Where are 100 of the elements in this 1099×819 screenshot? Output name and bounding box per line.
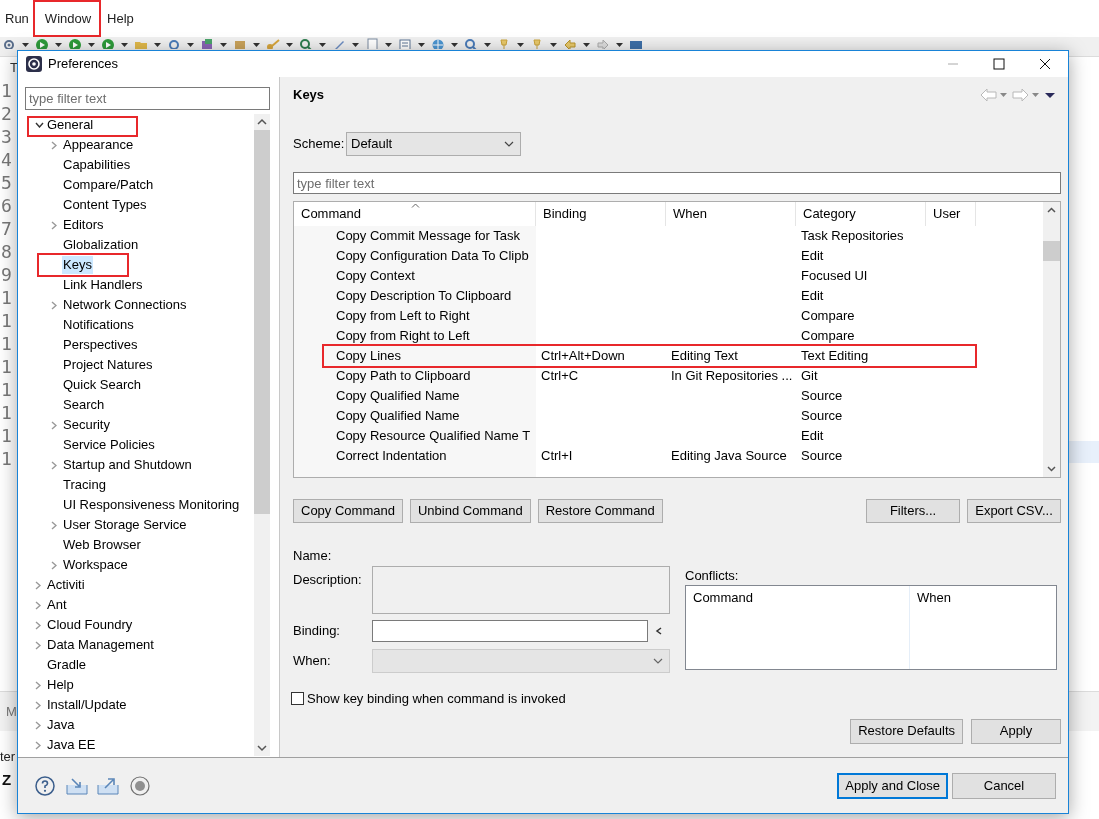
chevron-right-icon[interactable] <box>35 680 41 690</box>
caret-icon[interactable] <box>484 43 491 47</box>
column-header[interactable]: Binding <box>536 202 666 226</box>
tree-item[interactable]: Install/Update <box>46 696 128 714</box>
tree-item[interactable]: Cloud Foundry <box>46 616 134 634</box>
tree-item[interactable]: Content Types <box>62 196 148 214</box>
tree-item[interactable]: Gradle <box>46 656 88 674</box>
caret-icon[interactable] <box>616 43 623 47</box>
import-icon[interactable] <box>66 776 88 795</box>
tree-item[interactable]: Help <box>46 676 75 694</box>
tree-item[interactable]: Keys <box>62 256 93 274</box>
export-icon[interactable] <box>97 776 119 795</box>
tree-item[interactable]: Perspectives <box>62 336 139 354</box>
tree-item[interactable]: General <box>46 116 95 134</box>
chevron-right-icon[interactable] <box>35 720 41 730</box>
chevron-right-icon[interactable] <box>35 620 41 630</box>
caret-icon[interactable] <box>286 43 293 47</box>
column-header[interactable]: Command <box>686 586 909 610</box>
column-header[interactable]: Category <box>796 202 926 226</box>
tree-item[interactable]: Network Connections <box>62 296 188 314</box>
gear-icon[interactable] <box>2 38 16 49</box>
cube-icon[interactable] <box>200 38 214 49</box>
caret-icon[interactable] <box>517 43 524 47</box>
pin-icon[interactable] <box>530 38 544 49</box>
play-icon[interactable] <box>68 38 82 49</box>
chevron-right-icon[interactable] <box>35 740 41 750</box>
tree-item[interactable]: Java EE <box>46 736 97 754</box>
action-button[interactable]: Copy Command <box>293 499 403 523</box>
play-icon[interactable] <box>35 38 49 49</box>
document-icon[interactable] <box>398 38 412 49</box>
menu-item[interactable]: Help <box>107 8 134 29</box>
column-header[interactable]: When <box>666 202 796 226</box>
tree-item[interactable]: Editors <box>62 216 105 234</box>
pin-icon[interactable] <box>497 38 511 49</box>
checkbox-label[interactable]: Show key binding when command is invoked <box>307 689 566 709</box>
caret-icon[interactable] <box>55 43 62 47</box>
tree-item[interactable]: Data Management <box>46 636 155 654</box>
caret-icon[interactable] <box>385 43 392 47</box>
action-button[interactable]: Restore Command <box>537 499 663 523</box>
chevron-right-icon[interactable] <box>35 580 41 590</box>
tree-item[interactable]: Service Policies <box>62 436 156 454</box>
menu-item[interactable]: Run <box>5 8 29 29</box>
action-button[interactable]: Filters... <box>866 499 960 523</box>
caret-icon[interactable] <box>583 43 590 47</box>
tree-item[interactable]: User Storage Service <box>62 516 188 534</box>
monitor-icon[interactable] <box>629 38 643 49</box>
record-icon[interactable] <box>130 775 150 796</box>
tree-item[interactable]: Security <box>62 416 111 434</box>
tree-item[interactable]: Quick Search <box>62 376 143 394</box>
caret-icon[interactable] <box>418 43 425 47</box>
dialog-button[interactable]: Cancel <box>952 772 1056 799</box>
binding-field[interactable] <box>372 620 648 642</box>
tree-item[interactable]: Link Handlers <box>62 276 144 294</box>
tree-item[interactable]: Capabilities <box>62 156 132 174</box>
scrollbar-thumb[interactable] <box>1043 241 1060 261</box>
chevron-right-icon[interactable] <box>51 140 57 150</box>
action-button[interactable]: Export CSV... <box>967 499 1061 523</box>
view-menu-icon[interactable] <box>1043 91 1057 99</box>
tree-item[interactable]: Globalization <box>62 236 140 254</box>
action-button[interactable]: Apply <box>971 718 1061 744</box>
search-icon[interactable] <box>464 38 478 49</box>
play-icon[interactable] <box>101 38 115 49</box>
caret-icon[interactable] <box>319 43 326 47</box>
tree-item[interactable]: Workspace <box>62 556 129 574</box>
caret-icon[interactable] <box>253 43 260 47</box>
scrollbar-thumb[interactable] <box>254 130 270 514</box>
caret-icon[interactable] <box>220 43 227 47</box>
action-button[interactable]: Restore Defaults <box>850 718 963 744</box>
tree-item[interactable]: Notifications <box>62 316 135 334</box>
chevron-right-icon[interactable] <box>51 220 57 230</box>
chevron-right-icon[interactable] <box>51 560 57 570</box>
editor-tab[interactable]: T <box>10 58 18 78</box>
tree-item[interactable]: UI Responsiveness Monitoring <box>62 496 241 514</box>
caret-icon[interactable] <box>187 43 194 47</box>
forward-arrow-icon[interactable] <box>1012 88 1029 102</box>
chevron-right-icon[interactable] <box>35 640 41 650</box>
arrow-left-icon[interactable] <box>563 38 577 49</box>
menu-item[interactable]: Window <box>44 8 92 29</box>
chevron-down-icon[interactable] <box>35 122 44 128</box>
tree-item[interactable]: Startup and Shutdown <box>62 456 193 474</box>
key-icon[interactable] <box>266 38 280 49</box>
caret-icon[interactable] <box>154 43 161 47</box>
tree-item[interactable]: Web Browser <box>62 536 142 554</box>
chevron-right-icon[interactable] <box>35 600 41 610</box>
column-header[interactable]: When <box>910 586 1056 610</box>
checkbox[interactable] <box>291 692 304 706</box>
chevron-right-icon[interactable] <box>51 460 57 470</box>
tree-item[interactable]: Project Natures <box>62 356 154 374</box>
chevron-right-icon[interactable] <box>35 700 41 710</box>
caret-icon[interactable] <box>451 43 458 47</box>
tree-item[interactable]: Search <box>62 396 106 414</box>
column-header[interactable]: User <box>926 202 976 226</box>
caret-icon[interactable] <box>550 43 557 47</box>
panel-tab[interactable]: M <box>2 701 17 722</box>
arrow-right-icon[interactable] <box>596 38 610 49</box>
caret-icon[interactable] <box>88 43 95 47</box>
caret-icon[interactable] <box>22 43 29 47</box>
tree-item[interactable]: Java <box>46 716 76 734</box>
action-button[interactable]: Unbind Command <box>409 499 531 523</box>
search-icon[interactable] <box>299 38 313 49</box>
